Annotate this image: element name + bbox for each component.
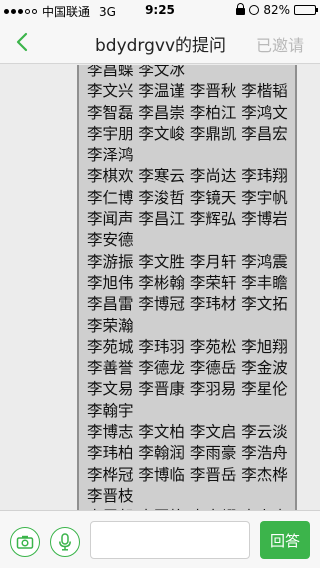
question-image[interactable]: 李昌蝶 李文冰 李文兴 李温谨 李晋秋 李楷韬 李智磊 李昌崇 李柏江 李鸿文 … — [77, 65, 297, 510]
camera-icon — [16, 535, 34, 549]
invite-button[interactable]: 已邀请 — [256, 32, 304, 56]
microphone-button[interactable] — [50, 527, 80, 557]
page-title: bdydrgvv的提问 — [95, 36, 227, 56]
battery-percent: 82% — [263, 3, 290, 17]
microphone-icon — [59, 533, 71, 551]
chevron-left-icon — [16, 32, 28, 52]
camera-button[interactable] — [10, 527, 40, 557]
navigation-bar: bdydrgvv的提问 已邀请 — [0, 20, 320, 64]
battery-icon — [294, 5, 318, 15]
back-button[interactable] — [10, 28, 38, 56]
answer-bar: 回答 — [0, 510, 320, 568]
names-text: 李昌蝶 李文冰 李文兴 李温谨 李晋秋 李楷韬 李智磊 李昌崇 李柏江 李鸿文 … — [87, 65, 288, 510]
status-right: 82% — [236, 3, 318, 17]
status-bar: 中国联通 3G 9:25 82% — [0, 0, 320, 20]
answer-input[interactable] — [90, 521, 250, 559]
alarm-icon — [249, 5, 260, 15]
lock-icon — [236, 3, 246, 15]
reply-button[interactable]: 回答 — [260, 521, 310, 559]
question-content: 李昌蝶 李文冰 李文兴 李温谨 李晋秋 李楷韬 李智磊 李昌崇 李柏江 李鸿文 … — [0, 65, 320, 510]
